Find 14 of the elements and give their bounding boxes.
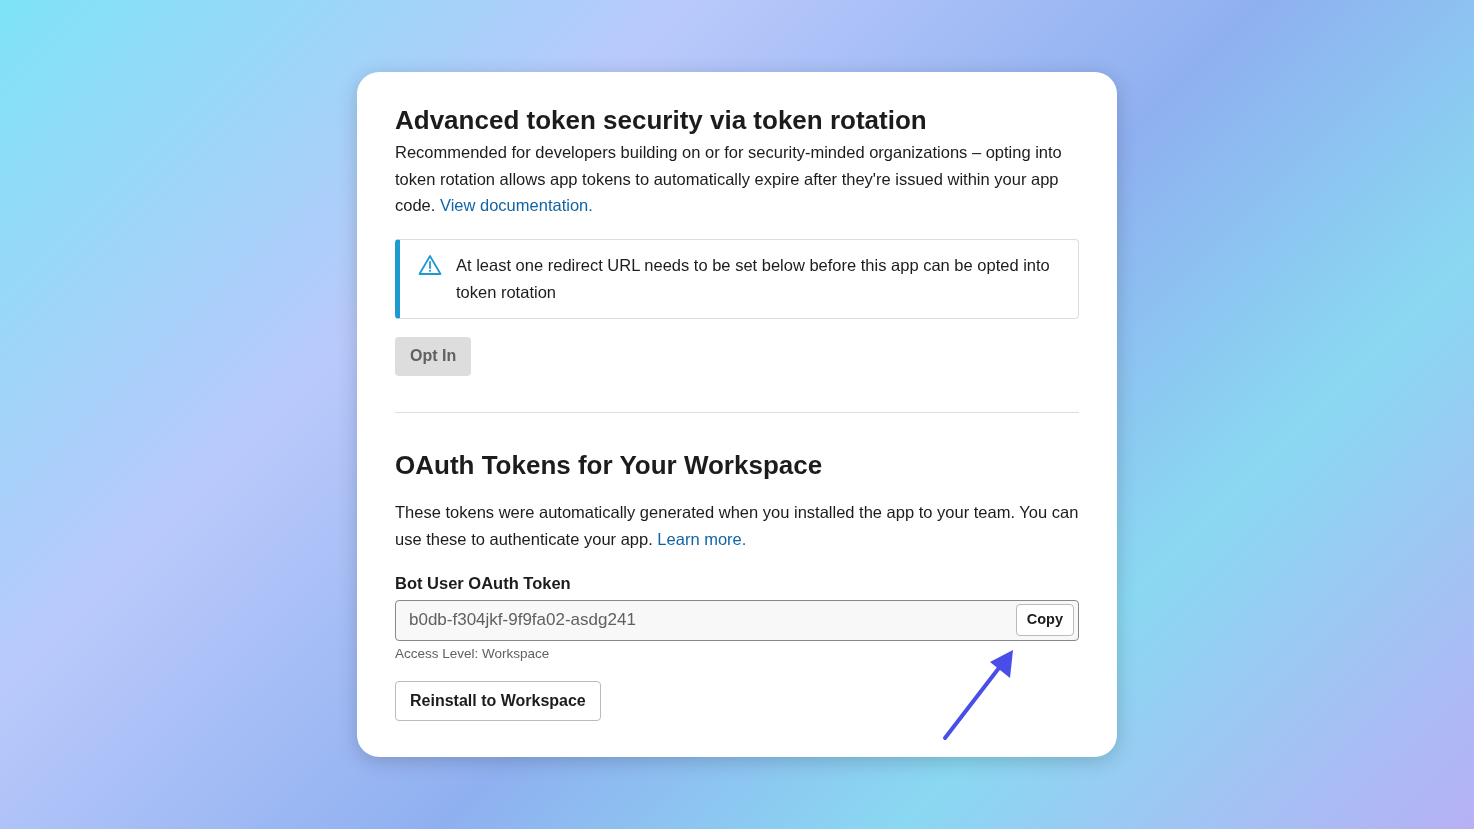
access-level-text: Access Level: Workspace [395,644,550,663]
section-title: OAuth Tokens for Your Workspace [395,448,824,482]
reinstall-button[interactable]: Reinstall to Workspace [395,680,601,721]
notice-text: At least one redirect URL needs to be set below before this app can be opted into token rotation [456,254,1051,303]
token-field[interactable]: b0db-f304jkf-9f9fa02-asdg241 Copy [395,599,1079,641]
link[interactable]: Learn more. [657,529,747,548]
section-title: Advanced token security via token rotation [395,104,928,137]
description: Recommended for developers building on or for security-minded organizations – opting into token rotation allows app tokens to automatically expire after they're issued within your app code. View documentation. [395,142,1063,216]
description: These tokens were automatically generated when you installed the app to your team. You can use these to authenticate your app. Learn more. [395,501,1079,550]
copy-button[interactable]: Copy [1015,604,1074,636]
warning-icon [418,253,442,276]
field-label: Bot User OAuth Token [395,572,571,594]
link[interactable]: View documentation. [439,196,593,214]
arrow-icon [940,648,1016,742]
